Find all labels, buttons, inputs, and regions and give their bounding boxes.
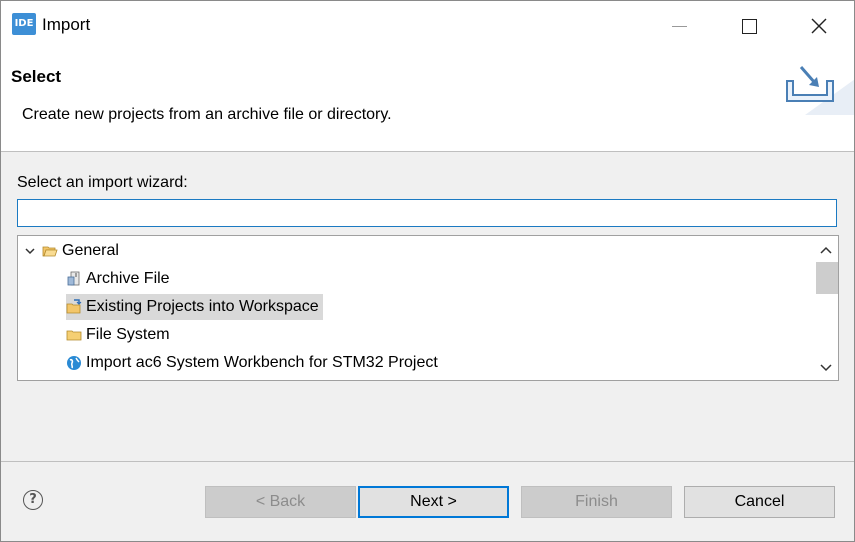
tree-item-file-system[interactable]: File System bbox=[66, 322, 170, 348]
wizard-label: Select an import wizard: bbox=[17, 174, 188, 191]
scroll-up-button[interactable] bbox=[814, 238, 838, 262]
tree-item-existing-projects[interactable]: Existing Projects into Workspace bbox=[66, 294, 323, 320]
chevron-up-icon bbox=[820, 246, 832, 254]
import-wizard-icon bbox=[786, 66, 854, 115]
cancel-button[interactable]: Cancel bbox=[684, 486, 835, 518]
close-button[interactable] bbox=[784, 1, 854, 51]
tree-group-general[interactable]: General bbox=[22, 238, 119, 264]
next-button[interactable]: Next > bbox=[358, 486, 509, 518]
maximize-icon bbox=[741, 18, 757, 34]
open-folder-icon bbox=[42, 243, 58, 259]
folder-icon bbox=[66, 327, 82, 343]
scroll-down-button[interactable] bbox=[814, 356, 838, 380]
tree-item-label: Archive File bbox=[86, 270, 170, 287]
tree-item-import-ac6[interactable]: Import ac6 System Workbench for STM32 Pr… bbox=[66, 350, 438, 376]
title-bar: IDE Import bbox=[1, 1, 854, 51]
wizard-footer: ? < Back Next > Finish Cancel bbox=[1, 462, 854, 541]
help-icon[interactable]: ? bbox=[23, 490, 43, 510]
tree-item-archive-file[interactable]: Archive File bbox=[66, 266, 170, 292]
minimize-button[interactable] bbox=[644, 1, 714, 51]
close-icon bbox=[811, 18, 827, 34]
tree-item-label: Existing Projects into Workspace bbox=[86, 298, 319, 315]
back-button[interactable]: < Back bbox=[205, 486, 356, 518]
tree-group-label: General bbox=[62, 242, 119, 259]
tree-item-label: File System bbox=[86, 326, 170, 343]
globe-icon bbox=[66, 355, 82, 371]
page-title: Select bbox=[11, 67, 62, 86]
tree-scrollbar[interactable] bbox=[814, 236, 838, 380]
import-dialog: IDE Import Select Create new projects fr… bbox=[0, 0, 855, 542]
wizard-body: Select an import wizard: General Archive… bbox=[1, 152, 854, 461]
ide-app-icon: IDE bbox=[12, 13, 36, 35]
chevron-down-icon[interactable] bbox=[22, 243, 38, 259]
chevron-down-icon bbox=[820, 364, 832, 372]
wizard-tree[interactable]: General Archive File Existing Projects i… bbox=[17, 235, 839, 381]
existing-projects-icon bbox=[66, 299, 82, 315]
archive-file-icon bbox=[66, 271, 82, 287]
maximize-button[interactable] bbox=[714, 1, 784, 51]
finish-button[interactable]: Finish bbox=[521, 486, 672, 518]
minimize-icon bbox=[671, 25, 687, 27]
tree-item-label: Import ac6 System Workbench for STM32 Pr… bbox=[86, 354, 438, 371]
page-description: Create new projects from an archive file… bbox=[22, 106, 392, 123]
scroll-thumb[interactable] bbox=[816, 262, 838, 294]
wizard-header: Select Create new projects from an archi… bbox=[1, 51, 854, 151]
wizard-filter-input[interactable] bbox=[17, 199, 837, 227]
window-title: Import bbox=[42, 15, 91, 34]
